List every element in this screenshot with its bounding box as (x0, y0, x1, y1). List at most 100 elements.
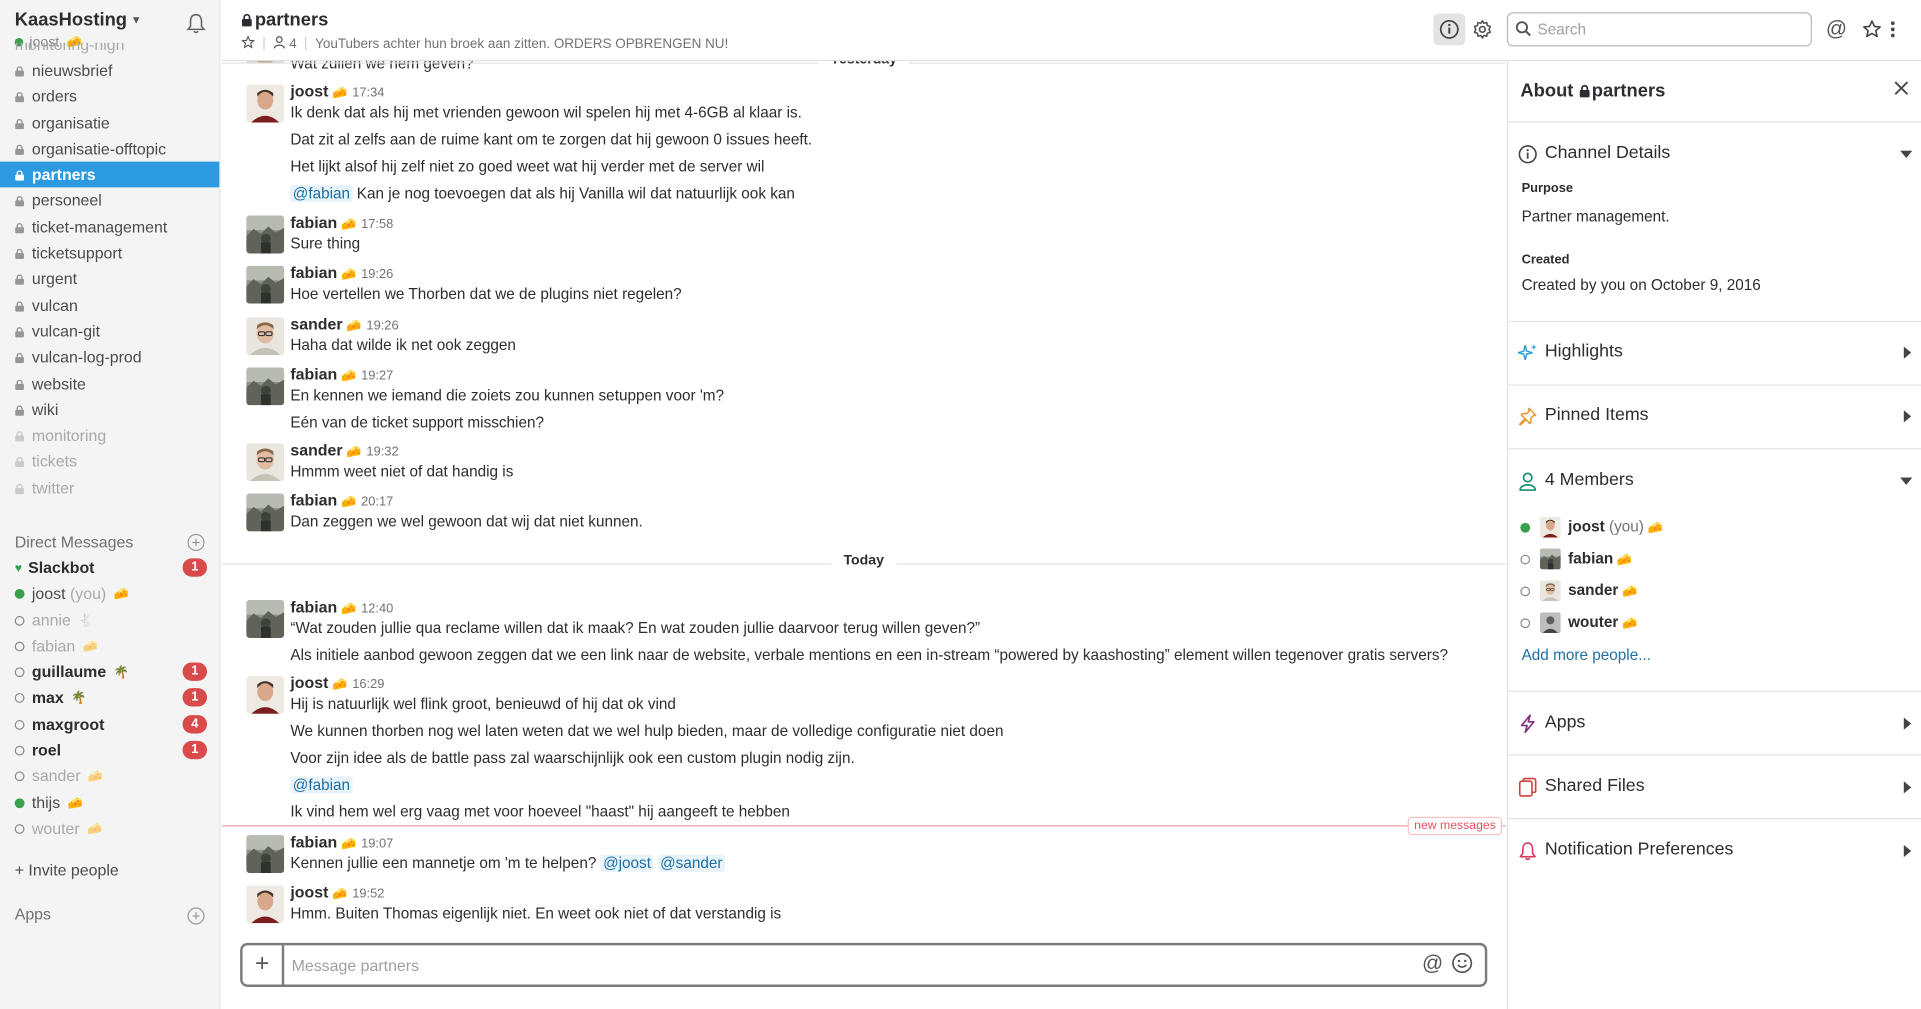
sidebar-item-channel[interactable]: partners (0, 161, 220, 188)
add-more-people-link[interactable]: Add more people... (1522, 647, 1651, 664)
mention-at-icon[interactable]: @ (1422, 951, 1443, 975)
shared-files-section[interactable]: Shared Files (1518, 774, 1912, 803)
channel-settings-button[interactable] (1466, 13, 1498, 45)
members-section[interactable]: 4 Members (1518, 468, 1913, 497)
avatar[interactable] (246, 367, 285, 406)
channel-details-section[interactable]: Channel Details (1518, 141, 1913, 170)
message-timestamp[interactable]: 20:17 (361, 495, 393, 510)
user-mention[interactable]: @fabian (290, 775, 353, 794)
author-name[interactable]: fabian (290, 263, 337, 281)
user-mention[interactable]: @joost (600, 854, 654, 872)
close-icon[interactable] (1892, 78, 1912, 98)
dm-item[interactable]: roel 1 (0, 737, 219, 763)
message-timestamp[interactable]: 19:07 (361, 836, 393, 851)
channel-topic[interactable]: YouTubers achter hun broek aan zitten. O… (315, 37, 728, 52)
purpose-value[interactable]: Partner management. (1522, 208, 1670, 225)
author-name[interactable]: fabian (290, 833, 337, 851)
author-name[interactable]: sander (290, 441, 342, 459)
sidebar-item-channel[interactable]: vulcan-log-prod (0, 344, 219, 370)
avatar[interactable] (246, 265, 285, 304)
dm-item[interactable]: fabian 🧀 (0, 633, 219, 659)
dm-item[interactable]: ♥ Slackbot 1 (0, 555, 219, 581)
channel-info-button[interactable] (1433, 13, 1466, 46)
sidebar-item-channel[interactable]: orders (0, 84, 219, 110)
user-mention[interactable]: @sander (657, 854, 725, 872)
message-timestamp[interactable]: 17:58 (361, 217, 393, 232)
dm-item[interactable]: maxgroot 4 (0, 711, 219, 737)
invite-people-button[interactable]: + Invite people (15, 861, 119, 879)
direct-messages-title[interactable]: Direct Messages (15, 533, 134, 551)
sidebar-item-channel[interactable]: tickets (0, 449, 219, 475)
message-list[interactable]: Wat zullen we nem geven? YesterdayTodayj… (221, 61, 1506, 934)
message-timestamp[interactable]: 12:40 (361, 601, 393, 616)
sidebar-item-channel[interactable]: urgent (0, 266, 219, 292)
avatar[interactable] (246, 443, 285, 482)
day-divider-label[interactable]: Yesterday (818, 61, 910, 68)
bell-icon[interactable] (186, 12, 206, 34)
author-name[interactable]: sander (290, 315, 342, 333)
avatar[interactable] (246, 317, 285, 356)
message-timestamp[interactable]: 19:27 (361, 369, 393, 384)
pinned-items-section[interactable]: Pinned Items (1518, 403, 1912, 432)
avatar[interactable] (246, 600, 285, 638)
author-name[interactable]: fabian (290, 598, 337, 616)
dm-item[interactable]: max 🌴 1 (0, 685, 219, 711)
attach-plus-button[interactable]: + (243, 945, 285, 985)
dm-item[interactable]: wouter 🧀 (0, 815, 219, 841)
avatar[interactable] (246, 493, 285, 532)
add-app-icon[interactable]: + (187, 907, 205, 925)
channel-title[interactable]: partners (241, 10, 328, 31)
sidebar-item-channel[interactable]: nieuwsbrief (0, 58, 219, 84)
message-input[interactable] (291, 953, 1395, 976)
add-dm-icon[interactable]: + (187, 533, 205, 552)
search-input[interactable] (1537, 18, 1801, 41)
user-mention[interactable]: @fabian (290, 184, 353, 202)
mentions-button[interactable]: @ (1820, 13, 1852, 45)
sidebar-item-channel[interactable]: twitter (0, 475, 219, 501)
message-timestamp[interactable]: 19:26 (361, 267, 393, 282)
sidebar-item-channel[interactable]: vulcan-git (0, 318, 219, 344)
author-name[interactable]: fabian (290, 213, 337, 231)
avatar[interactable] (246, 215, 285, 254)
author-name[interactable]: fabian (290, 491, 337, 509)
star-outline-icon[interactable] (241, 35, 256, 49)
dm-item[interactable]: sander 🧀 (0, 763, 219, 789)
dm-item[interactable]: thijs 🧀 (0, 789, 219, 815)
dm-item[interactable]: joost (you) 🧀 (0, 581, 219, 607)
sidebar-item-channel[interactable]: website (0, 370, 219, 396)
sidebar-item-channel[interactable]: ticket-management (0, 214, 219, 240)
avatar[interactable] (246, 835, 285, 874)
sidebar-item-channel[interactable]: organisatie-offtopic (0, 136, 219, 162)
message-timestamp[interactable]: 16:29 (352, 677, 384, 692)
sidebar-item-channel[interactable]: wiki (0, 397, 219, 423)
notification-preferences-section[interactable]: Notification Preferences (1518, 838, 1912, 867)
search-box[interactable] (1506, 12, 1812, 47)
message-timestamp[interactable]: 19:26 (366, 318, 398, 333)
avatar[interactable] (246, 675, 285, 714)
message-timestamp[interactable]: 19:52 (352, 887, 384, 902)
dm-item[interactable]: annie 🐇 (0, 607, 219, 633)
day-divider-label[interactable]: Today (831, 553, 897, 569)
channel-item-cut[interactable]: monitoring-high (0, 43, 219, 58)
highlights-section[interactable]: Highlights (1517, 339, 1912, 368)
more-menu-button[interactable] (1885, 13, 1900, 45)
author-name[interactable]: joost (290, 673, 328, 691)
author-name[interactable]: fabian (290, 365, 337, 383)
message-timestamp[interactable]: 17:34 (352, 86, 384, 101)
apps-section[interactable]: Apps (1518, 710, 1912, 739)
sidebar-item-channel[interactable]: organisatie (0, 110, 219, 136)
apps-section-title[interactable]: Apps (15, 905, 51, 923)
sidebar-item-channel[interactable]: ticketsupport (0, 240, 219, 266)
avatar[interactable] (246, 84, 285, 123)
message-timestamp[interactable]: 19:32 (366, 444, 398, 459)
avatar[interactable] (246, 885, 285, 924)
sidebar-item-channel[interactable]: vulcan (0, 292, 219, 318)
member-count[interactable]: 4 (289, 37, 297, 52)
sidebar-item-channel[interactable]: monitoring (0, 423, 219, 449)
author-name[interactable]: joost (290, 883, 328, 901)
sidebar-item-channel[interactable]: personeel (0, 188, 219, 214)
new-messages-label[interactable]: new messages (1408, 816, 1502, 836)
emoji-smile-icon[interactable] (1452, 953, 1473, 974)
author-name[interactable]: joost (290, 82, 328, 100)
dm-item[interactable]: guillaume 🌴 1 (0, 659, 219, 685)
